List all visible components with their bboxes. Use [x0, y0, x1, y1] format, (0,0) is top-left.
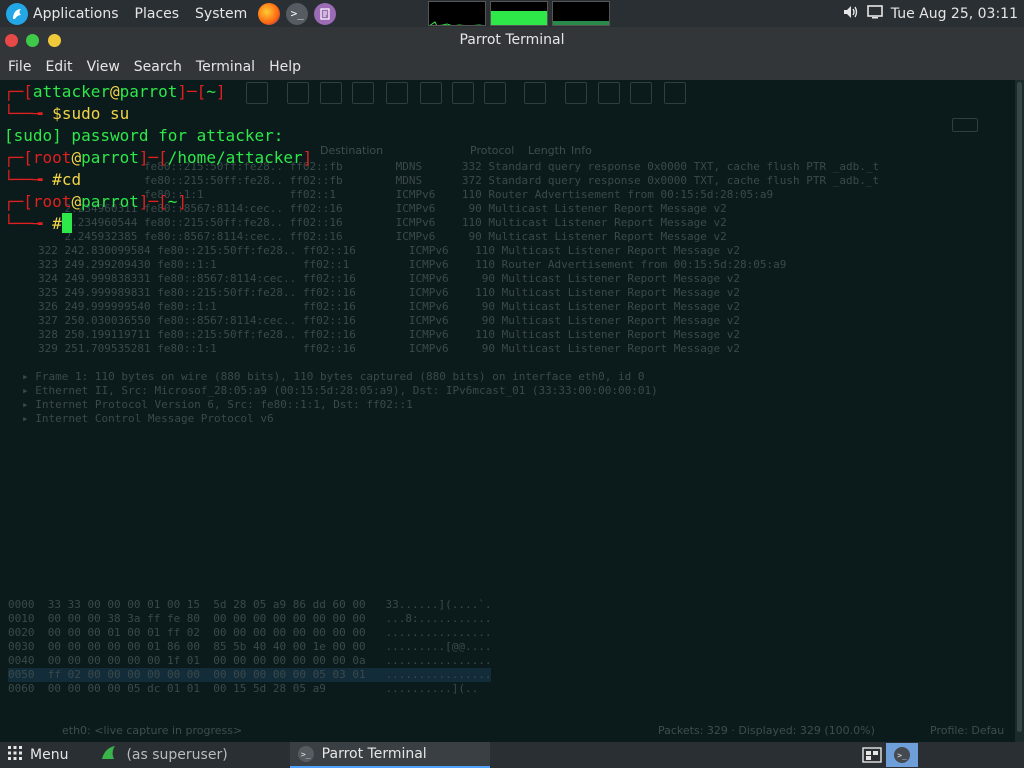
ghost-col-info: Info — [571, 144, 592, 157]
ghost-detail: ▸ Internet Protocol Version 6, Src: fe80… — [22, 398, 413, 411]
system-menu[interactable]: System — [187, 0, 255, 27]
prompt-user: root — [32, 148, 72, 167]
ghost-hex: 0020 00 00 00 01 00 01 ff 02 00 00 00 00… — [8, 626, 492, 639]
prompt-host: parrot — [119, 82, 178, 101]
ghost-row: 329 251.709535281 fe80::1:1 ff02::16 ICM… — [38, 342, 740, 355]
cpu-monitor — [428, 1, 486, 26]
prompt-dir: /home/attacker — [167, 148, 303, 167]
prompt-at: @ — [71, 192, 82, 211]
ghost-hex: 0040 00 00 00 00 00 00 1f 01 00 00 00 00… — [8, 654, 492, 667]
ghost-hex: 0030 00 00 00 00 00 01 86 00 85 5b 40 40… — [8, 640, 492, 653]
ghost-detail: ▸ Frame 1: 110 bytes on wire (880 bits),… — [22, 370, 645, 383]
grid-icon — [8, 746, 22, 764]
workspace-switcher-icon[interactable] — [862, 746, 882, 764]
menu-help[interactable]: Help — [262, 54, 308, 80]
minimize-window-button[interactable] — [26, 34, 39, 47]
background-window-ghost: Destination Protocol Length Info fe80::2… — [0, 80, 1015, 742]
prompt-at: @ — [109, 82, 120, 101]
taskbar-label: (as superuser) — [126, 747, 228, 763]
prompt-user: root — [32, 192, 72, 211]
menu-terminal[interactable]: Terminal — [189, 54, 262, 80]
ghost-col-protocol: Protocol — [470, 144, 515, 157]
command-text: sudo su — [61, 104, 130, 123]
command-line-1: └──╼ $sudo su — [4, 104, 130, 123]
prompt-dir: ~ — [206, 82, 216, 101]
command-line-3[interactable]: └──╼ # — [4, 213, 72, 235]
prompt-at: @ — [71, 148, 82, 167]
menu-search[interactable]: Search — [127, 54, 189, 80]
ghost-row: 322 242.830099584 fe80::215:50ff:fe28.. … — [38, 244, 740, 257]
ghost-status-profile: Profile: Defau — [930, 724, 1005, 737]
taskbar-item-parrot-terminal[interactable]: >_ Parrot Terminal — [289, 742, 490, 768]
menu-button[interactable]: Menu — [0, 742, 76, 768]
display-icon[interactable] — [866, 4, 883, 23]
menu-edit[interactable]: Edit — [38, 54, 79, 80]
ghost-row: 325 249.999989831 fe80::215:50ff:fe28.. … — [38, 286, 740, 299]
taskbar-item-superuser[interactable]: (as superuser) — [92, 742, 235, 768]
ghost-status-left: eth0: <live capture in progress> — [62, 724, 243, 737]
terminal-scrollbar[interactable] — [1015, 80, 1024, 742]
prompt-dir: ~ — [167, 192, 178, 211]
active-workspace-terminal-icon[interactable]: >_ — [886, 743, 918, 767]
top-panel: Applications Places System >_ Tue Aug 25… — [0, 0, 1024, 27]
sudo-password-prompt: [sudo] password for attacker: — [4, 126, 284, 145]
network-monitor — [552, 1, 610, 26]
ghost-col-length: Length — [528, 144, 566, 157]
ghost-row: 2.245932385 fe80::8567:8114:cec.. ff02::… — [38, 230, 727, 243]
bottom-panel: Menu (as superuser) >_ Parrot Terminal >… — [0, 742, 1024, 768]
menu-bar: File Edit View Search Terminal Help — [0, 54, 1024, 80]
places-menu[interactable]: Places — [127, 0, 188, 27]
taskbar-label: Parrot Terminal — [321, 746, 427, 762]
applications-menu[interactable]: Applications — [33, 0, 127, 27]
menu-label: Menu — [30, 747, 69, 763]
ghost-hex: 0010 00 00 00 38 3a ff fe 80 00 00 00 00… — [8, 612, 492, 625]
prompt-line-2: ┌─[root@parrot]─[/home/attacker] — [4, 148, 313, 167]
ghost-col-destination: Destination — [320, 144, 384, 157]
maximize-window-button[interactable] — [48, 34, 61, 47]
wireshark-fin-icon — [100, 745, 116, 765]
close-window-button[interactable] — [5, 34, 18, 47]
volume-icon[interactable] — [843, 5, 859, 23]
parrot-logo-icon[interactable] — [6, 2, 28, 25]
command-line-2: └──╼ #cd — [4, 170, 82, 189]
prompt-line-3: ┌─[root@parrot]─[~] — [4, 192, 188, 211]
ghost-detail: ▸ Ethernet II, Src: Microsof_28:05:a9 (0… — [22, 384, 658, 397]
ghost-row: 326 249.999999540 fe80::1:1 ff02::16 ICM… — [38, 300, 740, 313]
clock[interactable]: Tue Aug 25, 03:11 — [891, 6, 1018, 22]
scrollbar-thumb[interactable] — [1017, 82, 1022, 732]
system-tray: Tue Aug 25, 03:11 — [843, 0, 1024, 27]
ghost-detail: ▸ Internet Control Message Protocol v6 — [22, 412, 274, 425]
menu-file[interactable]: File — [1, 54, 38, 80]
text-editor-icon[interactable] — [314, 2, 337, 25]
prompt-user: attacker — [32, 82, 110, 101]
memory-monitor — [490, 1, 548, 26]
text-cursor — [61, 213, 72, 233]
ghost-status-packets: Packets: 329 · Displayed: 329 (100.0%) — [658, 724, 875, 737]
ghost-row: 323 249.299209430 fe80::1:1 ff02::1 ICMP… — [38, 258, 787, 271]
ghost-hex: 0060 00 00 00 00 05 dc 01 01 00 15 5d 28… — [8, 682, 479, 695]
ghost-row: 324 249.999838331 fe80::8567:8114:cec.. … — [38, 272, 740, 285]
terminal-icon: >_ — [297, 746, 314, 762]
window-title: Parrot Terminal — [459, 32, 565, 48]
prompt-line-1: ┌─[attacker@parrot]─[~] — [4, 82, 226, 101]
menu-view[interactable]: View — [80, 54, 127, 80]
prompt-host: parrot — [81, 148, 139, 167]
terminal-area[interactable]: Destination Protocol Length Info fe80::2… — [0, 80, 1015, 742]
system-monitor-applet[interactable] — [428, 1, 610, 26]
ghost-row: fe80::215:50ff:fe28.. ff02::fb MDNS 372 … — [38, 174, 880, 187]
ghost-row: 2.234960544 fe80::215:50ff:fe28.. ff02::… — [38, 216, 727, 229]
terminal-launcher-icon[interactable]: >_ — [286, 2, 309, 25]
firefox-icon[interactable] — [258, 2, 281, 25]
window-titlebar[interactable]: Parrot Terminal — [0, 27, 1024, 54]
ghost-hex: 0050 ff 02 00 00 00 00 00 00 00 00 00 00… — [8, 668, 492, 682]
ghost-row: 328 250.199119711 fe80::215:50ff:fe28.. … — [38, 328, 740, 341]
command-text: cd — [61, 170, 82, 189]
ghost-hex: 0000 33 33 00 00 00 01 00 15 5d 28 05 a9… — [8, 598, 492, 611]
prompt-host: parrot — [81, 192, 139, 211]
ghost-row: 327 250.030036550 fe80::8567:8114:cec.. … — [38, 314, 740, 327]
